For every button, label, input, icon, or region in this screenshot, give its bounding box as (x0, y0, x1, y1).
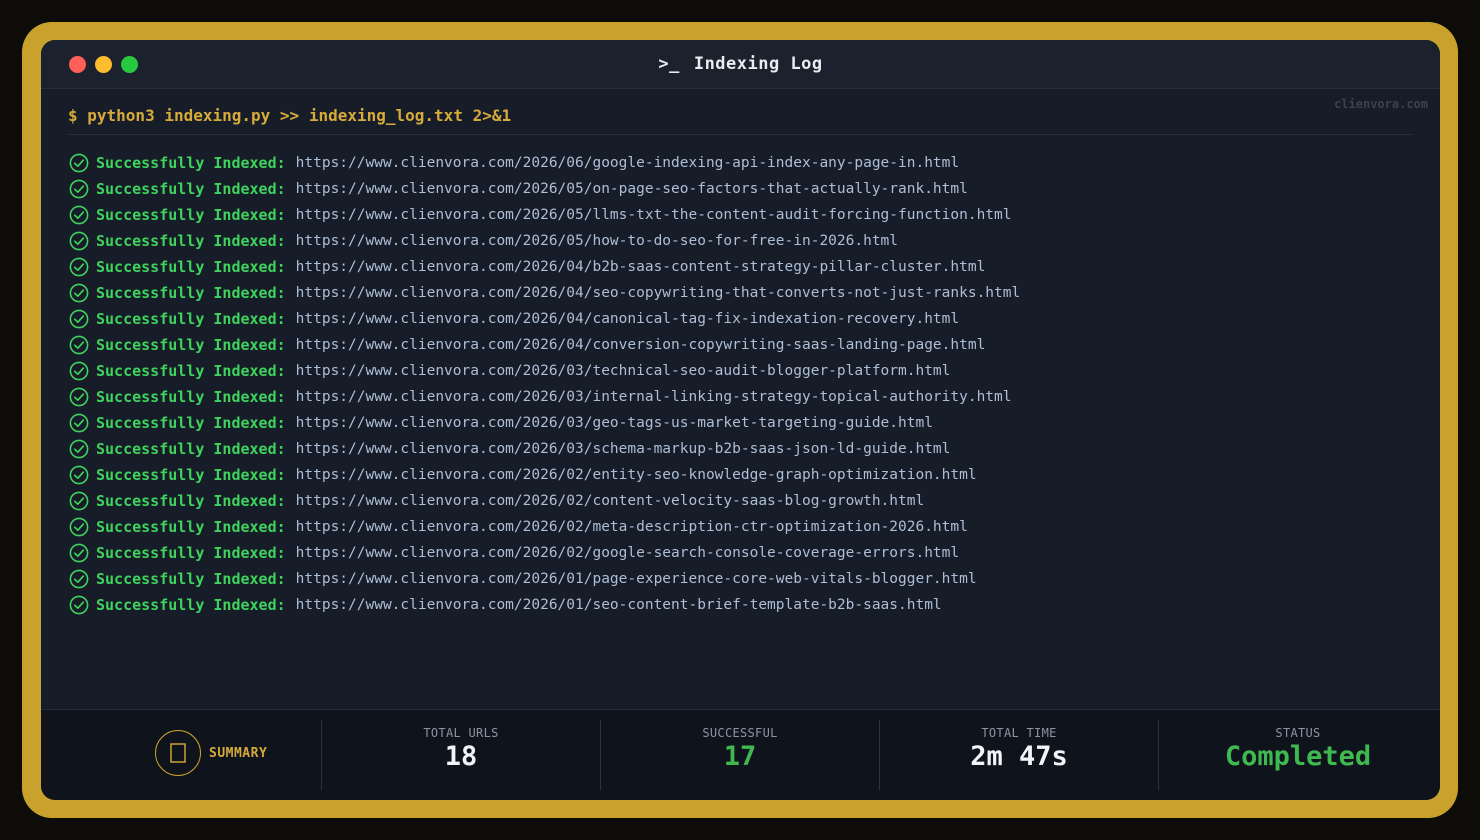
check-circle-icon (69, 283, 89, 303)
log-line: Successfully Indexed: https://www.clienvo… (69, 254, 1020, 280)
indexed-url[interactable]: https://www.clienvora.com/2026/01/seo-co… (296, 597, 942, 613)
indexed-url[interactable]: https://www.clienvora.com/2026/04/b2b-sa… (296, 259, 986, 275)
status-value: Completed (1224, 741, 1372, 772)
total-urls-value: 18 (444, 741, 478, 772)
log-line: Successfully Indexed: https://www.clienvo… (69, 332, 1020, 358)
indexed-url[interactable]: https://www.clienvora.com/2026/01/page-e… (296, 571, 977, 587)
success-label: Successfully Indexed: (96, 466, 286, 484)
log-line: Successfully Indexed: https://www.clienvo… (69, 488, 1020, 514)
success-label: Successfully Indexed: (96, 284, 286, 302)
log-line: Successfully Indexed: https://www.clienvo… (69, 202, 1020, 228)
indexed-url[interactable]: https://www.clienvora.com/2026/03/techni… (296, 363, 951, 379)
check-circle-icon (69, 231, 89, 251)
check-circle-icon (69, 361, 89, 381)
total-time-label: TOTAL TIME (981, 726, 1057, 740)
success-label: Successfully Indexed: (96, 596, 286, 614)
check-circle-icon (69, 543, 89, 563)
log-line: Successfully Indexed: https://www.clienvo… (69, 280, 1020, 306)
success-label: Successfully Indexed: (96, 492, 286, 510)
summary-heading: SUMMARY (155, 730, 267, 776)
summary-bar: SUMMARY TOTAL URLS 18 SUCCESSFUL 17 TOTA… (41, 709, 1440, 800)
log-line: Successfully Indexed: https://www.clienvo… (69, 462, 1020, 488)
log-line: Successfully Indexed: https://www.clienvo… (69, 358, 1020, 384)
indexed-url[interactable]: https://www.clienvora.com/2026/05/how-to… (296, 233, 898, 249)
watermark: clienvora.com (1334, 97, 1428, 111)
check-circle-icon (69, 413, 89, 433)
indexed-url[interactable]: https://www.clienvora.com/2026/03/schema… (296, 441, 951, 457)
total-urls-stat: TOTAL URLS 18 (321, 720, 600, 790)
check-circle-icon (69, 335, 89, 355)
check-circle-icon (69, 465, 89, 485)
log-line: Successfully Indexed: https://www.clienvo… (69, 566, 1020, 592)
success-label: Successfully Indexed: (96, 206, 286, 224)
check-circle-icon (69, 179, 89, 199)
total-urls-label: TOTAL URLS (423, 726, 499, 740)
terminal-prompt-icon: >_ (658, 54, 680, 74)
successful-value: 17 (723, 741, 757, 772)
indexed-url[interactable]: https://www.clienvora.com/2026/02/meta-d… (296, 519, 968, 535)
check-circle-icon (69, 153, 89, 173)
summary-label: SUMMARY (209, 745, 268, 761)
check-circle-icon (69, 517, 89, 537)
successful-stat: SUCCESSFUL 17 (600, 720, 879, 790)
indexed-url[interactable]: https://www.clienvora.com/2026/04/seo-co… (296, 285, 1021, 301)
title-bar: >_ Indexing Log (41, 40, 1440, 89)
window-title-text: Indexing Log (693, 54, 823, 74)
success-label: Successfully Indexed: (96, 258, 286, 276)
indexed-url[interactable]: https://www.clienvora.com/2026/02/google… (296, 545, 959, 561)
status-stat: STATUS Completed (1158, 720, 1437, 790)
indexed-url[interactable]: https://www.clienvora.com/2026/06/google… (296, 155, 959, 171)
success-label: Successfully Indexed: (96, 180, 286, 198)
indexed-url[interactable]: https://www.clienvora.com/2026/05/on-pag… (296, 181, 968, 197)
log-output: Successfully Indexed: https://www.clienvo… (69, 150, 1020, 618)
log-line: Successfully Indexed: https://www.clienvo… (69, 176, 1020, 202)
check-circle-icon (69, 205, 89, 225)
check-circle-icon (69, 309, 89, 329)
indexed-url[interactable]: https://www.clienvora.com/2026/03/intern… (296, 389, 1012, 405)
total-time-value: 2m 47s (970, 741, 1068, 772)
log-line: Successfully Indexed: https://www.clienvo… (69, 514, 1020, 540)
check-circle-icon (69, 439, 89, 459)
successful-label: SUCCESSFUL (702, 726, 778, 740)
log-line: Successfully Indexed: https://www.clienvo… (69, 592, 1020, 618)
success-label: Successfully Indexed: (96, 232, 286, 250)
success-label: Successfully Indexed: (96, 544, 286, 562)
success-label: Successfully Indexed: (96, 518, 286, 536)
check-circle-icon (69, 387, 89, 407)
log-line: Successfully Indexed: https://www.clienvo… (69, 436, 1020, 462)
success-label: Successfully Indexed: (96, 310, 286, 328)
log-line: Successfully Indexed: https://www.clienvo… (69, 306, 1020, 332)
indexed-url[interactable]: https://www.clienvora.com/2026/04/canoni… (296, 311, 959, 327)
status-label: STATUS (1275, 726, 1321, 740)
indexed-url[interactable]: https://www.clienvora.com/2026/02/entity… (296, 467, 977, 483)
indexed-url[interactable]: https://www.clienvora.com/2026/05/llms-t… (296, 207, 1012, 223)
check-circle-icon (69, 491, 89, 511)
check-circle-icon (69, 257, 89, 277)
log-line: Successfully Indexed: https://www.clienvo… (69, 150, 1020, 176)
success-label: Successfully Indexed: (96, 414, 286, 432)
success-label: Successfully Indexed: (96, 336, 286, 354)
indexed-url[interactable]: https://www.clienvora.com/2026/02/conten… (296, 493, 925, 509)
terminal-window: >_ Indexing Log clienvora.com $ python3 i… (41, 40, 1440, 800)
total-time-stat: TOTAL TIME 2m 47s (879, 720, 1158, 790)
shell-command: $ python3 indexing.py >> indexing_log.tx… (68, 106, 512, 125)
success-label: Successfully Indexed: (96, 362, 286, 380)
success-label: Successfully Indexed: (96, 388, 286, 406)
success-label: Successfully Indexed: (96, 570, 286, 588)
log-line: Successfully Indexed: https://www.clienvo… (69, 384, 1020, 410)
check-circle-icon (69, 595, 89, 615)
success-label: Successfully Indexed: (96, 440, 286, 458)
indexed-url[interactable]: https://www.clienvora.com/2026/03/geo-ta… (296, 415, 933, 431)
log-line: Successfully Indexed: https://www.clienvo… (69, 228, 1020, 254)
window-title: >_ Indexing Log (41, 54, 1440, 74)
check-circle-icon (69, 569, 89, 589)
log-line: Successfully Indexed: https://www.clienvo… (69, 410, 1020, 436)
summary-icon (155, 730, 201, 776)
success-label: Successfully Indexed: (96, 154, 286, 172)
command-divider (68, 134, 1413, 135)
log-line: Successfully Indexed: https://www.clienvo… (69, 540, 1020, 566)
indexed-url[interactable]: https://www.clienvora.com/2026/04/conver… (296, 337, 986, 353)
